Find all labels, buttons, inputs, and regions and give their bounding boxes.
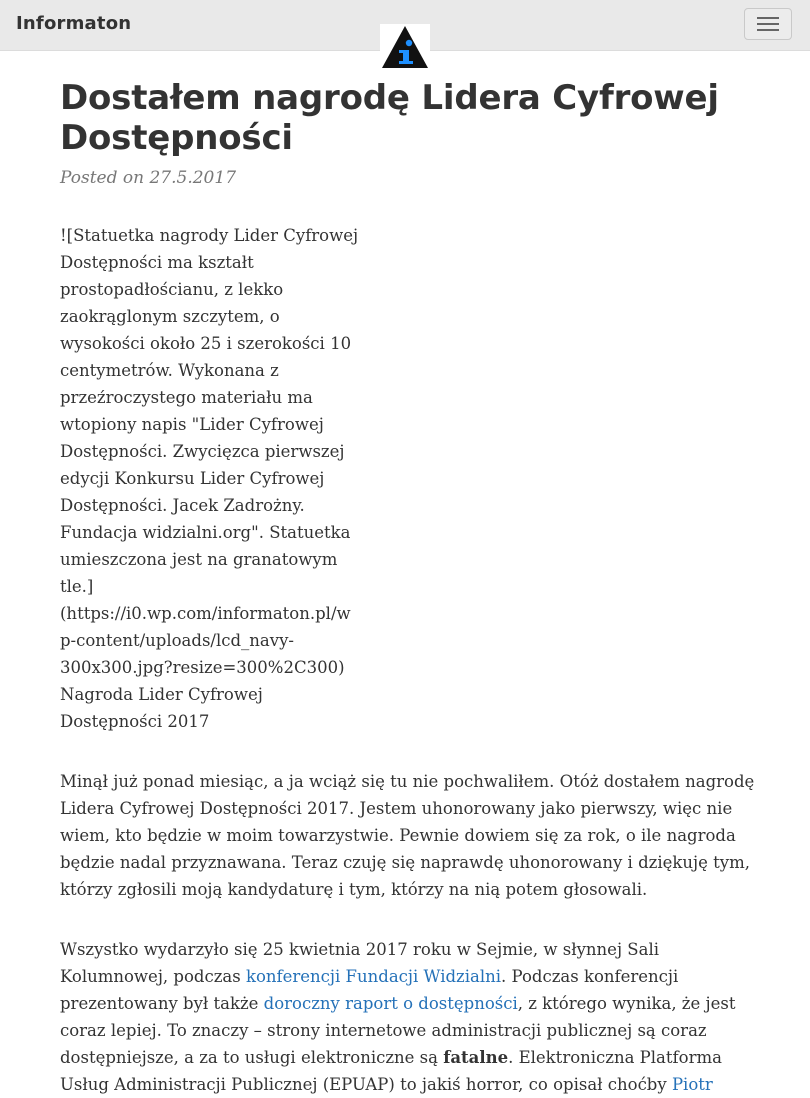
post-content: Dostałem nagrodę Lidera Cyfrowej Dostępn… <box>60 78 760 1098</box>
bold-fatalne: fatalne <box>443 1048 509 1067</box>
post-date: 27.5.2017 <box>149 168 237 188</box>
paragraph-1: Minął już ponad miesiąc, a ja wciąż się … <box>60 772 755 899</box>
information-triangle-icon[interactable] <box>380 24 430 70</box>
conference-link[interactable]: konferencji Fundacji Widzialni <box>246 967 501 986</box>
post-meta: Posted on 27.5.2017 <box>60 168 760 188</box>
navbar: Informaton <box>0 0 810 70</box>
hamburger-menu-icon <box>757 17 779 31</box>
image-alt-text: ![Statuetka nagrody Lider Cyfrowej Dostę… <box>60 226 359 731</box>
post-title: Dostałem nagrodę Lidera Cyfrowej Dostępn… <box>60 78 719 158</box>
paragraph-2: Wszystko wydarzyło się 25 kwietnia 2017 … <box>60 936 760 1098</box>
brand-link[interactable]: Informaton <box>16 13 131 34</box>
menu-toggle-button[interactable] <box>744 8 792 40</box>
piotr-link[interactable]: Piotr <box>672 1075 713 1094</box>
posted-prefix: Posted on <box>60 168 145 188</box>
report-link[interactable]: doroczny raport o dostępności <box>264 994 518 1013</box>
